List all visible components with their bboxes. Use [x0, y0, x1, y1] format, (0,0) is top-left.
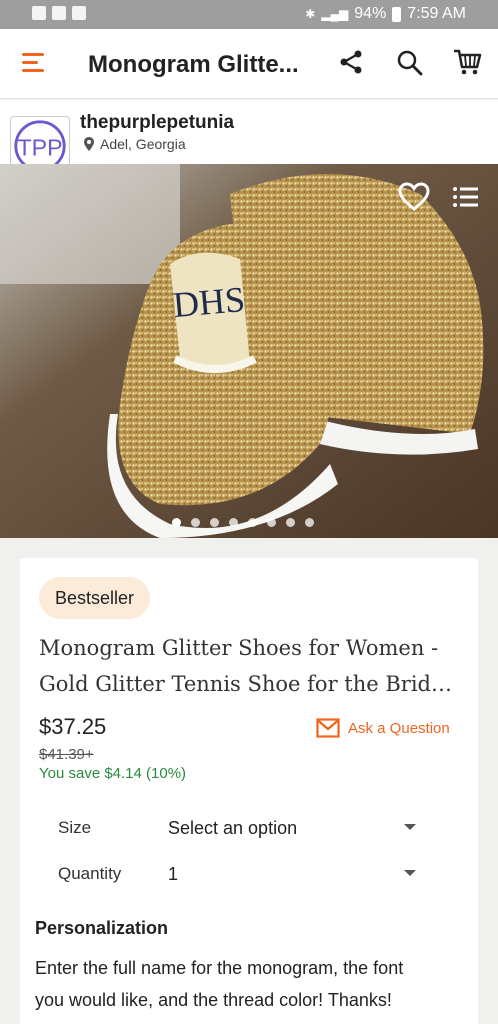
mail-notification-icon: [52, 6, 66, 20]
gallery-dot[interactable]: [191, 518, 200, 527]
shop-header[interactable]: TPP thepurplepetunia Adel, Georgia: [0, 100, 498, 176]
personalization-instructions: Enter the full name for the monogram, th…: [35, 958, 404, 1010]
monogram-text: DHS: [171, 279, 246, 325]
size-select[interactable]: Size Select an option: [58, 814, 418, 842]
shop-location-text: Adel, Georgia: [100, 136, 186, 152]
gallery-dot[interactable]: [248, 518, 257, 527]
gallery-pagination: [172, 518, 314, 527]
menu-icon[interactable]: [22, 53, 46, 73]
ask-question-button[interactable]: Ask a Question: [316, 718, 450, 738]
gallery-dot[interactable]: [229, 518, 238, 527]
size-value: Select an option: [168, 817, 298, 838]
ask-question-label: Ask a Question: [348, 719, 450, 737]
gallery-dot[interactable]: [210, 518, 219, 527]
gallery-dot[interactable]: [286, 518, 295, 527]
quantity-label: Quantity: [58, 864, 122, 883]
cart-icon[interactable]: [452, 47, 482, 77]
listing-title-line-2: Gold Glitter Tennis Shoe for the Bride o…: [39, 672, 464, 696]
app-bar: Monogram Glitte...: [0, 29, 498, 99]
status-bar: ✱ ▂▄▆ 94% 7:59 AM: [0, 0, 498, 29]
favorite-heart-icon[interactable]: [398, 182, 430, 212]
search-icon[interactable]: [396, 49, 424, 77]
size-label: Size: [58, 818, 92, 837]
listing-title-line-1: Monogram Glitter Shoes for Women -: [39, 636, 439, 660]
location-pin-icon: [84, 137, 94, 151]
listing-card: Bestseller Monogram Glitter Shoes for Wo…: [20, 558, 478, 1024]
add-to-list-icon[interactable]: [452, 186, 478, 208]
gallery-dot[interactable]: [172, 518, 181, 527]
price: $37.25: [39, 714, 107, 739]
quantity-value: 1: [168, 863, 179, 884]
gallery-dot[interactable]: [305, 518, 314, 527]
bluetooth-icon: ✱: [305, 7, 316, 21]
notification-icons: [32, 6, 86, 20]
battery-icon: [392, 6, 402, 22]
original-price: $41.39+: [39, 746, 94, 763]
listing-title: Monogram Glitter Shoes for Women - Gold …: [39, 630, 464, 702]
quantity-select[interactable]: Quantity 1: [58, 860, 418, 888]
battery-percent: 94%: [354, 5, 387, 22]
shop-name[interactable]: thepurplepetunia: [80, 112, 234, 134]
product-image[interactable]: DHS: [0, 164, 498, 538]
shop-logo-text: TPP: [17, 135, 62, 161]
chevron-down-icon: [404, 824, 416, 830]
personalization-heading: Personalization: [35, 918, 169, 938]
chevron-down-icon: [404, 870, 416, 876]
gallery-dot[interactable]: [267, 518, 276, 527]
image-notification-icon: [72, 6, 86, 20]
shop-location: Adel, Georgia: [84, 136, 186, 152]
savings-text: You save $4.14 (10%): [39, 765, 187, 782]
bestseller-badge: Bestseller: [39, 577, 151, 619]
share-icon[interactable]: [338, 49, 364, 75]
mail-icon: [316, 718, 340, 738]
page-title: Monogram Glitte...: [88, 51, 299, 78]
signal-icon: ▂▄▆: [321, 7, 349, 21]
clock: 7:59 AM: [407, 5, 466, 22]
facebook-notification-icon: [32, 6, 46, 20]
product-photo: DHS: [0, 164, 498, 538]
